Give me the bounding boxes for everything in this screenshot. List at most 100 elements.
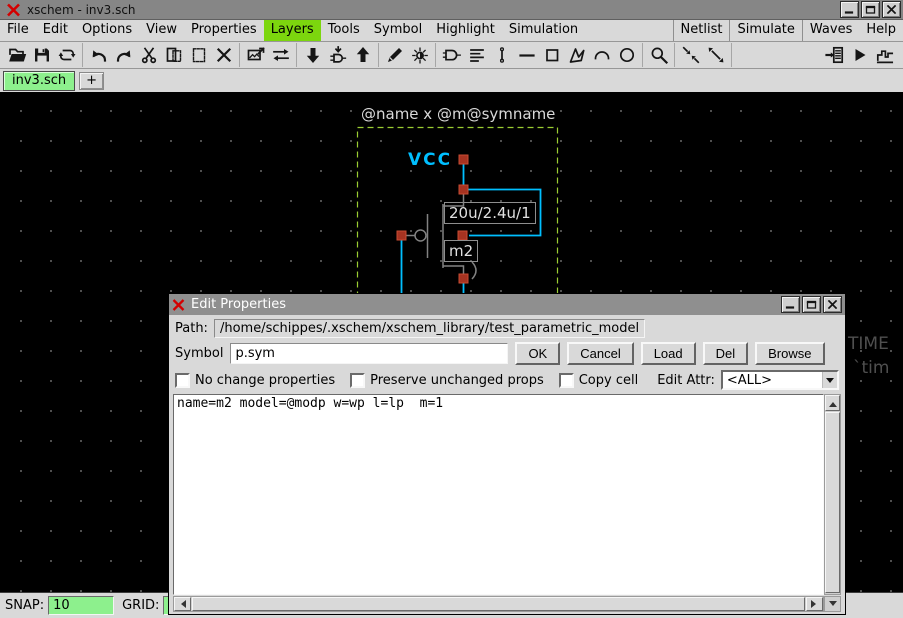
edit-attr-dropdown[interactable]: <ALL> — [721, 370, 839, 390]
pin-drain-mid[interactable] — [458, 231, 467, 240]
menu-simulate[interactable]: Simulate — [729, 20, 801, 41]
pmos-bulk-arc — [472, 262, 476, 279]
instance-name-label[interactable]: m2 — [444, 240, 478, 262]
pin-vcc-top[interactable] — [459, 155, 468, 164]
dialog-titlebar[interactable]: Edit Properties — [169, 294, 845, 315]
cancel-button[interactable]: Cancel — [567, 342, 633, 365]
snap-field[interactable]: 10 — [48, 596, 114, 615]
scroll-up-icon[interactable] — [825, 395, 840, 411]
ok-button[interactable]: OK — [515, 342, 560, 365]
pmos-gate-bubble — [415, 230, 426, 241]
pmos-source-stub — [443, 266, 464, 274]
menu-waves[interactable]: Waves — [802, 20, 859, 41]
copy-icon[interactable] — [161, 44, 186, 67]
menu-properties[interactable]: Properties — [184, 20, 264, 41]
minimize-button[interactable] — [840, 1, 859, 18]
options-row: No change properties Preserve unchanged … — [175, 370, 839, 390]
menu-file[interactable]: File — [0, 20, 36, 41]
menu-simulation[interactable]: Simulation — [502, 20, 585, 41]
dropdown-arrow-icon[interactable] — [822, 372, 837, 388]
browse-button[interactable]: Browse — [755, 342, 824, 365]
menu-view[interactable]: View — [139, 20, 184, 41]
toolbar-group-draw — [436, 43, 643, 67]
dialog-close-button[interactable] — [823, 296, 842, 313]
circle-icon[interactable] — [614, 44, 639, 67]
menu-symbol[interactable]: Symbol — [367, 20, 429, 41]
pin-drain-top[interactable] — [459, 185, 468, 194]
maximize-button[interactable] — [861, 1, 880, 18]
toolbar-group-file — [1, 43, 83, 67]
waves-icon[interactable] — [872, 44, 897, 67]
menu-highlight[interactable]: Highlight — [429, 20, 502, 41]
no-change-properties-checkbox[interactable] — [175, 373, 190, 388]
open-folder-icon[interactable] — [4, 44, 29, 67]
toolbar-group-zoom — [643, 43, 675, 67]
draw-icon[interactable] — [382, 44, 407, 67]
delete-icon[interactable] — [211, 44, 236, 67]
properties-area: name=m2 model=@modp w=wp l=lp m=1 — [173, 394, 841, 595]
new-tab-button[interactable]: + — [79, 72, 104, 90]
menu-tools[interactable]: Tools — [321, 20, 367, 41]
descend-symbol-icon[interactable] — [325, 44, 350, 67]
descend-schematic-icon[interactable] — [300, 44, 325, 67]
rectangle-icon[interactable] — [539, 44, 564, 67]
vertical-scrollbar[interactable] — [824, 394, 841, 595]
wire-icon[interactable] — [489, 44, 514, 67]
vertical-scroll-thumb[interactable] — [825, 412, 840, 593]
clipped-canvas-text-1: TIME — [848, 334, 889, 354]
polygon-icon[interactable] — [564, 44, 589, 67]
scroll-left-icon[interactable] — [174, 597, 191, 611]
zoom-full-icon[interactable] — [703, 44, 728, 67]
simulate-icon[interactable] — [847, 44, 872, 67]
menu-edit[interactable]: Edit — [36, 20, 75, 41]
reload-icon[interactable] — [54, 44, 79, 67]
transistor-size-label[interactable]: 20u/2.4u/1 — [444, 202, 536, 224]
vcc-label[interactable]: VCC — [408, 150, 452, 170]
menu-layers[interactable]: Layers — [264, 20, 321, 41]
preserve-unchanged-props-label: Preserve unchanged props — [370, 373, 544, 388]
arc-icon[interactable] — [589, 44, 614, 67]
scroll-down-icon[interactable] — [824, 596, 841, 612]
paste-icon[interactable] — [186, 44, 211, 67]
del-button[interactable]: Del — [703, 342, 749, 365]
cut-icon[interactable] — [136, 44, 161, 67]
save-icon[interactable] — [29, 44, 54, 67]
pin-source[interactable] — [459, 274, 468, 283]
menu-options[interactable]: Options — [75, 20, 139, 41]
redo-icon[interactable] — [111, 44, 136, 67]
menu-help[interactable]: Help — [859, 20, 903, 41]
make-symbol-icon[interactable] — [243, 44, 268, 67]
light-icon[interactable] — [407, 44, 432, 67]
window-titlebar[interactable]: xschem - inv3.sch — [0, 0, 903, 20]
copy-cell-label: Copy cell — [579, 373, 638, 388]
toolbar-group-appearance — [379, 43, 436, 67]
dialog-minimize-button[interactable] — [781, 296, 800, 313]
horizontal-scroll-thumb[interactable] — [192, 597, 805, 611]
dialog-logo-icon — [172, 299, 185, 311]
tab-inv3-sch[interactable]: inv3.sch — [3, 71, 75, 91]
component-icon[interactable] — [439, 44, 464, 67]
netlist-text-icon[interactable] — [464, 44, 489, 67]
no-change-properties-label: No change properties — [195, 373, 335, 388]
properties-textarea[interactable]: name=m2 model=@modp w=wp l=lp m=1 — [173, 394, 824, 595]
symbol-input[interactable] — [230, 343, 508, 364]
symbol-title-text[interactable]: @name x @m@symname — [361, 105, 555, 123]
zoom-box-icon[interactable] — [678, 44, 703, 67]
line-icon[interactable] — [514, 44, 539, 67]
horizontal-scrollbar[interactable] — [173, 596, 824, 612]
copy-cell-checkbox[interactable] — [559, 373, 574, 388]
pin-gate[interactable] — [397, 231, 406, 240]
close-button[interactable] — [882, 1, 901, 18]
dialog-body: Path: /home/schippes/.xschem/xschem_libr… — [169, 315, 845, 614]
scroll-right-icon[interactable] — [806, 597, 823, 611]
dialog-maximize-button[interactable] — [802, 296, 821, 313]
undo-icon[interactable] — [86, 44, 111, 67]
edit-properties-dialog: Edit Properties Path: /home/schippes/.xs… — [168, 293, 846, 615]
go-up-icon[interactable] — [350, 44, 375, 67]
swap-icon[interactable] — [268, 44, 293, 67]
preserve-unchanged-props-checkbox[interactable] — [350, 373, 365, 388]
zoom-icon[interactable] — [646, 44, 671, 67]
netlist-icon[interactable] — [822, 44, 847, 67]
load-button[interactable]: Load — [641, 342, 696, 365]
menu-netlist[interactable]: Netlist — [673, 20, 730, 41]
